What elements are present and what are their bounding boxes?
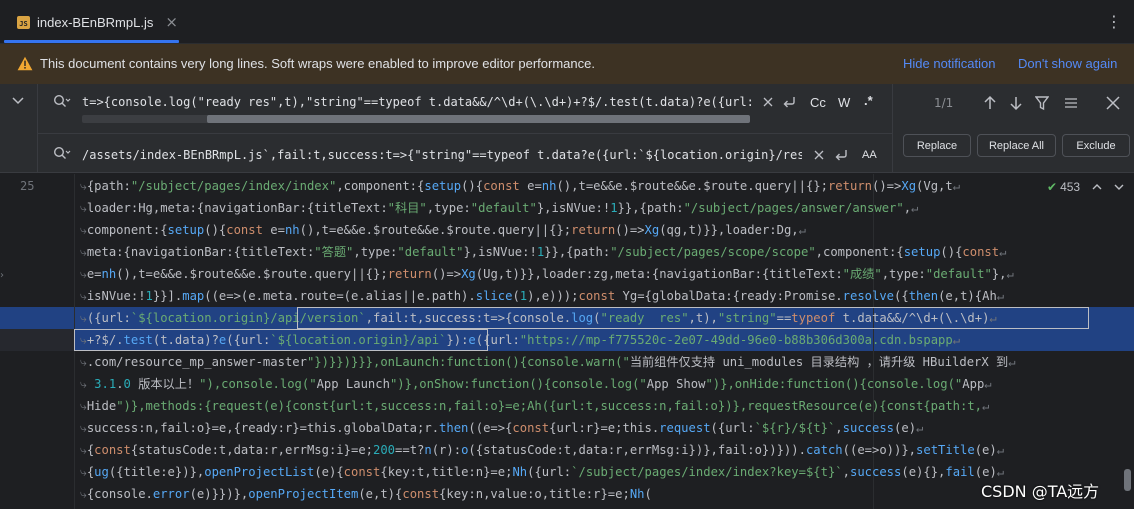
close-icon[interactable] xyxy=(1106,96,1120,110)
hide-notification-link[interactable]: Hide notification xyxy=(903,56,996,71)
clear-replace-icon[interactable] xyxy=(814,150,824,160)
regex-toggle[interactable]: .* xyxy=(864,93,873,108)
search-history-icon[interactable] xyxy=(53,94,71,110)
code-line[interactable]: ⤷({url:`${location.origin}/api/version`,… xyxy=(80,307,997,329)
panel-divider xyxy=(37,84,38,173)
preserve-case-toggle[interactable]: AA xyxy=(862,149,877,161)
chevron-down-icon[interactable] xyxy=(1114,183,1124,191)
code-line[interactable]: ⤷isNVue:!1}}].map((e=>(e.meta.route=(e.a… xyxy=(80,285,1004,307)
code-line[interactable]: ⤷+?$/.test(t.data)?e({url:`${location.or… xyxy=(80,329,960,351)
arrow-down-icon[interactable] xyxy=(1009,95,1023,111)
new-line-icon[interactable] xyxy=(781,94,797,110)
dont-show-again-link[interactable]: Don't show again xyxy=(1018,56,1117,71)
panel-divider xyxy=(37,133,892,134)
more-options-icon[interactable]: ⋮ xyxy=(1106,12,1122,32)
code-line[interactable]: ⤷success:n,fail:o}=e,{ready:r}=this.glob… xyxy=(80,417,923,439)
code-line[interactable]: ⤷{const{statusCode:t,data:r,errMsg:i}=e;… xyxy=(80,439,1004,461)
find-replace-panel: t=>{console.log("ready res",t),"string"=… xyxy=(0,84,1134,173)
inspection-count: 453 xyxy=(1060,180,1081,194)
line-number: 25 xyxy=(20,179,35,193)
active-tab-indicator xyxy=(4,40,179,43)
filter-icon[interactable] xyxy=(1035,95,1049,111)
long-lines-notification: This document contains very long lines. … xyxy=(0,44,1134,84)
editor-tab-bar: JS index-BEnBRmpL.js × ⋮ xyxy=(0,0,1134,44)
chevron-down-icon[interactable] xyxy=(12,94,24,108)
match-case-toggle[interactable]: Cc xyxy=(810,95,826,110)
code-editor[interactable]: 25 › ⤷{path:"/subject/pages/index/index"… xyxy=(0,174,1134,509)
javascript-file-icon: JS xyxy=(17,15,30,29)
watermark: CSDN @TA远方 xyxy=(981,482,1100,501)
clear-search-icon[interactable] xyxy=(763,97,773,107)
fold-marker-icon: › xyxy=(0,270,4,281)
gutter-current-line xyxy=(0,329,75,351)
code-line[interactable]: ⤷component:{setup(){const e=nh(),t=e&&e.… xyxy=(80,219,806,241)
new-line-icon[interactable] xyxy=(833,147,849,163)
notification-message: This document contains very long lines. … xyxy=(40,56,595,71)
scrollbar-thumb[interactable] xyxy=(207,115,750,123)
code-line[interactable]: ⤷loader:Hg,meta:{navigationBar:{titleTex… xyxy=(80,197,918,219)
search-field-scrollbar[interactable] xyxy=(82,115,750,123)
code-line[interactable]: ⤷e=nh(),t=e&&e.$route&&e.$route.query||{… xyxy=(80,263,1014,285)
whole-words-toggle[interactable]: W xyxy=(838,95,850,110)
inspection-widget[interactable]: ✔ 453 xyxy=(1047,180,1124,194)
gutter-divider xyxy=(74,174,75,509)
code-line[interactable]: ⤷ 3.1.0 版本以上！"),console.log("App Launch"… xyxy=(80,373,992,395)
code-line[interactable]: ⤷.com/resource_mp_answer-master"})}})}}}… xyxy=(80,351,1016,373)
arrow-up-icon[interactable] xyxy=(983,95,997,111)
check-icon: ✔ xyxy=(1047,180,1058,194)
panel-divider xyxy=(892,84,893,173)
code-line[interactable]: ⤷Hide")},methods:{request(e){const{url:t… xyxy=(80,395,989,417)
file-tab[interactable]: JS index-BEnBRmpL.js × xyxy=(6,0,179,44)
replace-button[interactable]: Replace xyxy=(903,134,971,157)
file-tab-title: index-BEnBRmpL.js xyxy=(37,14,154,30)
warning-icon xyxy=(17,56,33,71)
code-line[interactable]: ⤷meta:{navigationBar:{titleText:"答题",typ… xyxy=(80,241,1006,263)
search-input[interactable]: t=>{console.log("ready res",t),"string"=… xyxy=(82,92,752,112)
close-icon[interactable]: × xyxy=(165,13,178,31)
editor-scrollbar-thumb[interactable] xyxy=(1124,469,1131,491)
code-line[interactable]: ⤷{path:"/subject/pages/index/index",comp… xyxy=(80,175,960,197)
replace-input[interactable]: /assets/index-BEnBRmpL.js`,fail:t,succes… xyxy=(82,145,802,165)
replace-history-icon[interactable] xyxy=(53,146,71,162)
exclude-button[interactable]: Exclude xyxy=(1062,134,1130,157)
code-line[interactable]: ⤷{ug({title:e})},openProjectList(e){cons… xyxy=(80,461,1004,483)
replace-all-button[interactable]: Replace All xyxy=(977,134,1056,157)
settings-icon[interactable] xyxy=(1063,95,1079,111)
match-count: 1/1 xyxy=(934,96,954,110)
chevron-up-icon[interactable] xyxy=(1092,183,1102,191)
code-line[interactable]: ⤷{console.error(e)}})},openProjectItem(e… xyxy=(80,483,652,505)
